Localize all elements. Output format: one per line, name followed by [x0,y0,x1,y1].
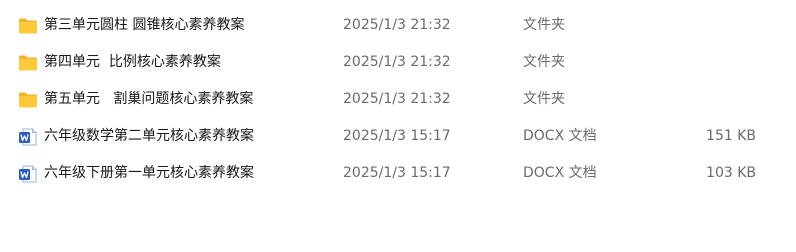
file-type: DOCX 文档 [523,165,597,181]
file-modified-date: 2025/1/3 21:32 [343,54,451,70]
folder-icon [18,54,38,72]
word-doc-icon [18,165,38,183]
file-name: 六年级下册第一单元核心素养教案 [44,165,254,181]
file-row[interactable]: 六年级下册第一单元核心素养教案 2025/1/3 15:17 DOCX 文档 1… [0,155,796,192]
file-modified-date: 2025/1/3 21:32 [343,91,451,107]
file-name: 第三单元圆柱 圆锥核心素养教案 [44,17,245,33]
folder-icon [18,17,38,35]
file-size: 103 KB [706,165,756,181]
file-name: 第四单元 比例核心素养教案 [44,54,221,70]
file-name: 六年级数学第二单元核心素养教案 [44,128,254,144]
file-type: DOCX 文档 [523,128,597,144]
file-list: 第三单元圆柱 圆锥核心素养教案 2025/1/3 21:32 文件夹 第四单元 … [0,0,796,192]
file-row[interactable]: 第五单元 割巢问题核心素养教案 2025/1/3 21:32 文件夹 [0,81,796,118]
word-doc-icon [18,128,38,146]
file-type: 文件夹 [523,17,565,33]
file-type: 文件夹 [523,91,565,107]
file-row[interactable]: 第四单元 比例核心素养教案 2025/1/3 21:32 文件夹 [0,44,796,81]
file-modified-date: 2025/1/3 21:32 [343,17,451,33]
file-modified-date: 2025/1/3 15:17 [343,128,451,144]
file-type: 文件夹 [523,54,565,70]
file-row[interactable]: 第三单元圆柱 圆锥核心素养教案 2025/1/3 21:32 文件夹 [0,7,796,44]
file-size: 151 KB [706,128,756,144]
file-name: 第五单元 割巢问题核心素养教案 [44,91,254,107]
folder-icon [18,91,38,109]
file-row[interactable]: 六年级数学第二单元核心素养教案 2025/1/3 15:17 DOCX 文档 1… [0,118,796,155]
file-modified-date: 2025/1/3 15:17 [343,165,451,181]
